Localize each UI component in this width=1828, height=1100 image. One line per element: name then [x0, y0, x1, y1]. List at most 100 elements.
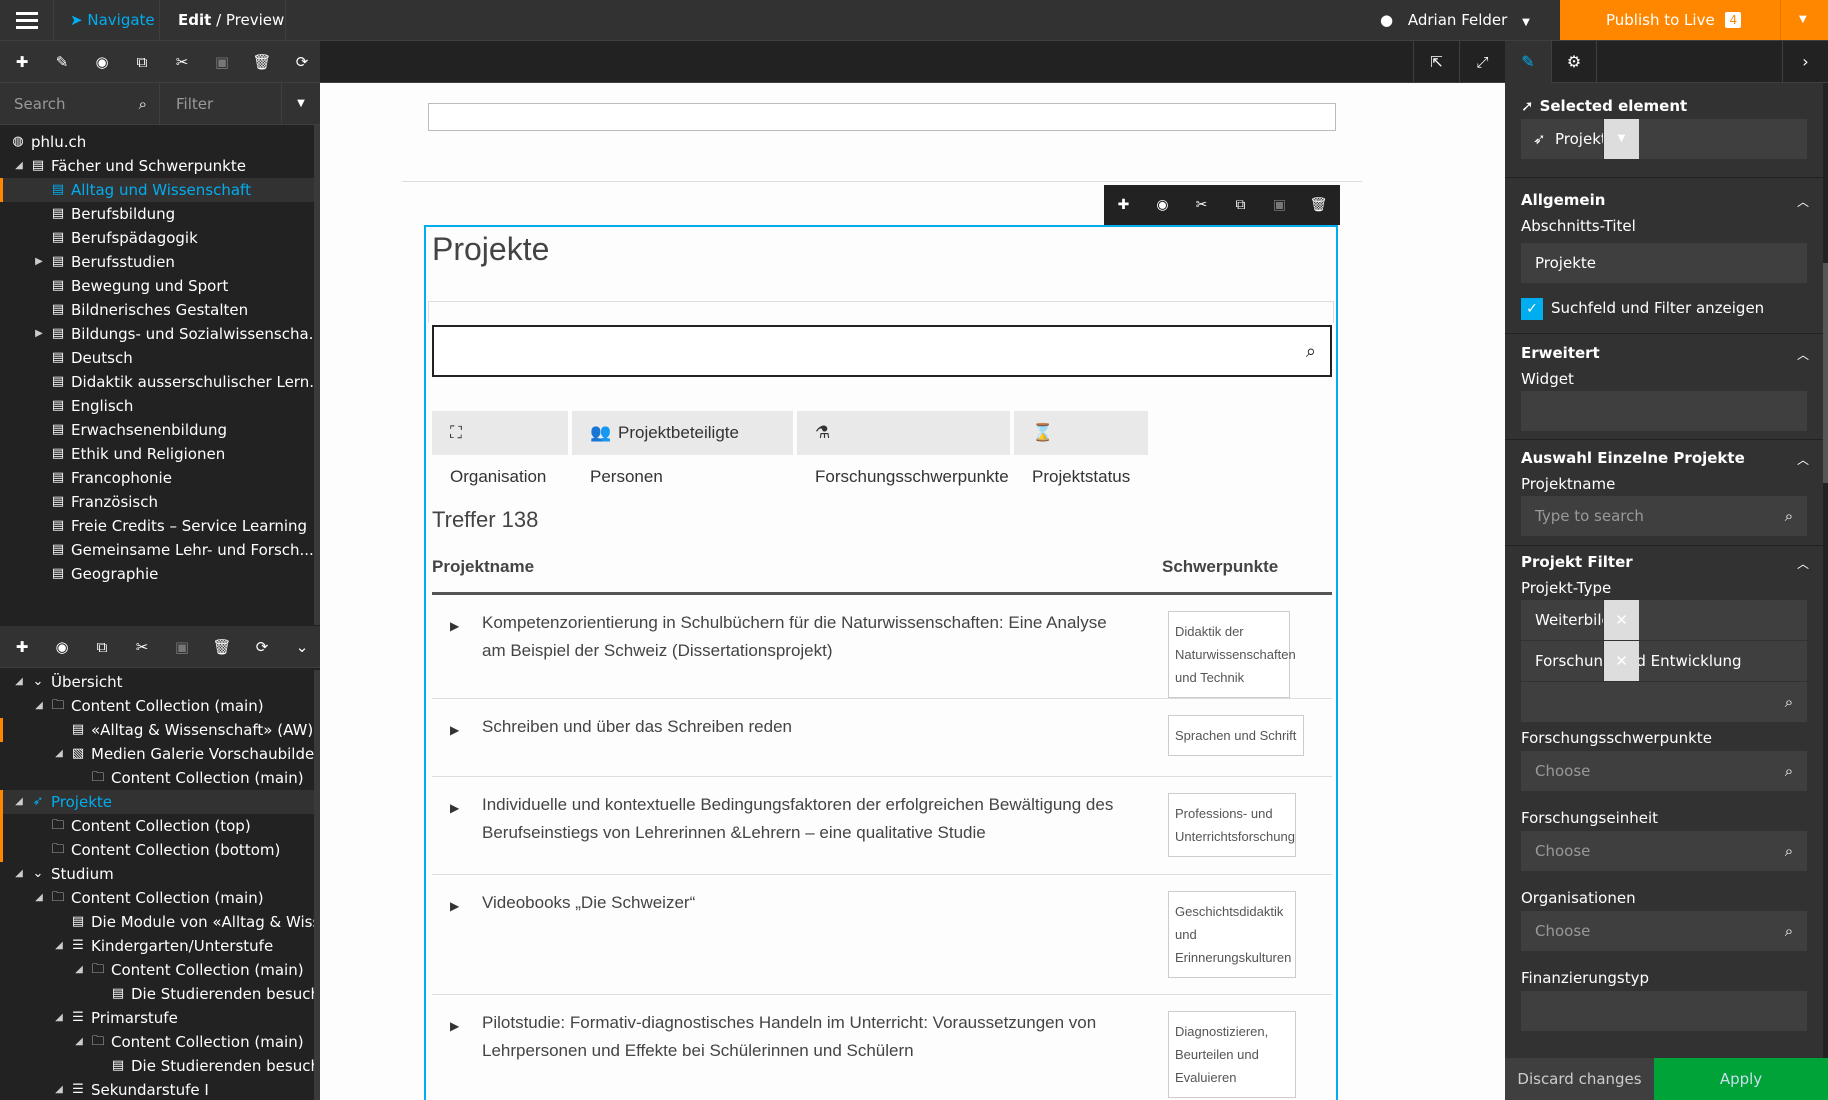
tree-item[interactable]: ◢ 🗀 Content Collection (main)	[0, 886, 314, 910]
projektname-search-input[interactable]: Type to search ⌕	[1521, 496, 1807, 536]
discard-changes-button[interactable]: Discard changes	[1505, 1058, 1654, 1100]
tree-item[interactable]: 🗀 Content Collection (bottom)	[0, 838, 314, 862]
tree-item[interactable]: ▤ Freie Credits – Service Learning	[0, 514, 314, 538]
navigate-mode-button[interactable]: ➤ Navigate	[54, 0, 160, 40]
collapse-toggle-icon[interactable]: ◢	[12, 154, 26, 178]
expand-toggle-icon[interactable]: ▶	[32, 322, 46, 346]
project-row[interactable]: ▶ Schreiben und über das Schreiben reden…	[432, 699, 1332, 777]
tree-item[interactable]: ◢ ☰ Primarstufe	[0, 1006, 314, 1030]
tree-item[interactable]: ◍ phlu.ch	[0, 130, 314, 154]
tree-filter-select[interactable]: Filter	[160, 83, 282, 125]
group-auswahl-heading[interactable]: Auswahl Einzelne Projekte	[1521, 449, 1745, 467]
project-row[interactable]: ▶ Individuelle und kontextuelle Bedingun…	[432, 777, 1332, 875]
group-erweitert-heading[interactable]: Erweitert	[1521, 344, 1600, 362]
edit-pencil-icon[interactable]: ✎	[42, 41, 82, 83]
tree-item[interactable]: ▤ Bewegung und Sport	[0, 274, 314, 298]
projekt-type-search-input[interactable]: ⌕	[1521, 682, 1807, 722]
tree-item[interactable]: 🗀 Content Collection (top)	[0, 814, 314, 838]
collapse-toggle-icon[interactable]: ◢	[32, 694, 46, 718]
collapse-toggle-icon[interactable]: ◢	[52, 742, 66, 766]
organisationen-select[interactable]: Choose ⌕	[1521, 911, 1807, 951]
forschungsschwerpunkte-select[interactable]: Choose ⌕	[1521, 751, 1807, 791]
paste-icon[interactable]: ▣	[1260, 185, 1299, 225]
filter-organisation-button[interactable]: ⛶ Organisation	[432, 411, 568, 486]
tree-item[interactable]: ▤ Berufspädagogik	[0, 226, 314, 250]
chevron-right-icon[interactable]: ›	[1782, 41, 1828, 83]
cut-icon[interactable]: ✂	[1182, 185, 1221, 225]
tree-item[interactable]: ◢ ▤ Fächer und Schwerpunkte	[0, 154, 314, 178]
project-title[interactable]: Kompetenzorientierung in Schulbüchern fü…	[482, 609, 1122, 665]
paste-icon[interactable]: ▣	[202, 41, 242, 83]
collapse-chevron-icon[interactable]: ⌄	[282, 626, 322, 668]
user-menu[interactable]: ● Adrian Felder ▼	[1380, 0, 1560, 40]
caret-right-icon[interactable]: ▶	[450, 723, 459, 737]
tree-item[interactable]: ▤ Englisch	[0, 394, 314, 418]
project-row[interactable]: ▶ Kompetenzorientierung in Schulbüchern …	[432, 595, 1332, 699]
chevron-up-icon[interactable]: ︿	[1797, 451, 1809, 468]
projekte-section[interactable]: Projekte ⌕ ⛶ Organisation 👥 Projektbeteili…	[424, 225, 1338, 1100]
tree-item[interactable]: ▤ Gemeinsame Lehr- und Forsch...	[0, 538, 314, 562]
tree-item[interactable]: ◢ ⌄ Übersicht	[0, 670, 314, 694]
column-header-schwerpunkte[interactable]: Schwerpunkte	[1162, 557, 1278, 577]
chevron-up-icon[interactable]: ︿	[1797, 555, 1809, 572]
remove-x-icon[interactable]: ✕	[1603, 600, 1639, 640]
edit-pencil-icon[interactable]: ✎	[1505, 41, 1551, 83]
tree-item[interactable]: 🗀 Content Collection (main)	[0, 766, 314, 790]
tree-item[interactable]: ◢ 🗀 Content Collection (main)	[0, 1030, 314, 1054]
collapse-toggle-icon[interactable]: ◢	[32, 886, 46, 910]
selected-element-select[interactable]: ➶ Projekte ▼	[1521, 119, 1807, 159]
filter-forschung-button[interactable]: ⚗ Forschungsschwerpunkte	[797, 411, 1010, 486]
collapse-toggle-icon[interactable]: ◢	[52, 934, 66, 958]
tree-item[interactable]: ◢ ➶ Projekte	[0, 790, 314, 814]
group-allgemein-heading[interactable]: Allgemein	[1521, 191, 1605, 209]
collapse-toggle-icon[interactable]: ◢	[12, 670, 26, 694]
filter-status-button[interactable]: ⌛ Projektstatus	[1014, 411, 1148, 486]
external-link-icon[interactable]: ⇱	[1413, 41, 1459, 83]
tree-item[interactable]: ▤ Geographie	[0, 562, 314, 586]
tree-item[interactable]: ▤ «Alltag & Wissenschaft» (AW) tr...	[0, 718, 314, 742]
finanzierungstyp-select[interactable]	[1521, 991, 1807, 1031]
filter-personen-button[interactable]: 👥 Projektbeteiligte Personen	[572, 411, 793, 486]
add-page-icon[interactable]: ✚	[2, 41, 42, 83]
column-header-projektname[interactable]: Projektname	[432, 557, 534, 577]
delete-icon[interactable]: 🗑	[242, 41, 282, 83]
inspector-scrollbar[interactable]	[1823, 83, 1828, 1100]
abschnitt-title-input[interactable]: Projekte	[1521, 243, 1807, 283]
projekt-type-selected-item[interactable]: Forschung und Entwicklung ✕	[1521, 641, 1807, 681]
collapse-toggle-icon[interactable]: ◢	[52, 1078, 66, 1100]
refresh-icon[interactable]: ⟳	[242, 626, 282, 668]
tree-item[interactable]: ▶ ▤ Bildungs- und Sozialwissenscha...	[0, 322, 314, 346]
tree-item[interactable]: ▤ Französisch	[0, 490, 314, 514]
tree-item[interactable]: ▤ Die Studierenden besuchen im	[0, 1054, 314, 1078]
chevron-up-icon[interactable]: ︿	[1797, 346, 1809, 363]
tree-item[interactable]: ▤ Die Module von «Alltag & Wisse...	[0, 910, 314, 934]
add-content-icon[interactable]: ✚	[1104, 185, 1143, 225]
tree-item[interactable]: ◢ 🗀 Content Collection (main)	[0, 958, 314, 982]
paste-icon[interactable]: ▣	[162, 626, 202, 668]
tree-item[interactable]: ▤ Francophonie	[0, 466, 314, 490]
checkbox-label[interactable]: Suchfeld und Filter anzeigen	[1551, 299, 1764, 317]
add-content-icon[interactable]: ✚	[2, 626, 42, 668]
tree-search-input[interactable]: Search ⌕	[0, 83, 160, 125]
project-title[interactable]: Videobooks „Die Schweizer“	[482, 889, 1122, 917]
collapse-toggle-icon[interactable]: ◢	[72, 958, 86, 982]
cut-icon[interactable]: ✂	[122, 626, 162, 668]
project-title[interactable]: Pilotstudie: Formativ-diagnostisches Han…	[482, 1009, 1122, 1065]
chevron-down-icon[interactable]: ▼	[282, 83, 320, 125]
fullscreen-icon[interactable]: ⤢	[1459, 41, 1505, 83]
tree-item[interactable]: ▶ ▤ Berufsstudien	[0, 250, 314, 274]
caret-right-icon[interactable]: ▶	[450, 619, 459, 633]
project-title[interactable]: Individuelle und kontextuelle Bedingungs…	[482, 791, 1122, 847]
edit-preview-mode-button[interactable]: Edit / Preview	[160, 0, 286, 40]
project-row[interactable]: ▶ Pilotstudie: Formativ-diagnostisches H…	[432, 995, 1332, 1100]
collapse-toggle-icon[interactable]: ◢	[12, 862, 26, 886]
tree-item[interactable]: ▤ Die Studierenden besuchen im	[0, 982, 314, 1006]
project-title[interactable]: Schreiben und über das Schreiben reden	[482, 713, 1122, 741]
caret-right-icon[interactable]: ▶	[450, 801, 459, 815]
group-projekt-filter-heading[interactable]: Projekt Filter	[1521, 553, 1633, 571]
project-row[interactable]: ▶ Videobooks „Die Schweizer“ Geschichtsd…	[432, 875, 1332, 995]
tree-item[interactable]: ▤ Ethik und Religionen	[0, 442, 314, 466]
tree-item[interactable]: ◢ ⌄ Studium	[0, 862, 314, 886]
tree-item[interactable]: ▤ Berufsbildung	[0, 202, 314, 226]
collapse-toggle-icon[interactable]: ◢	[52, 1006, 66, 1030]
